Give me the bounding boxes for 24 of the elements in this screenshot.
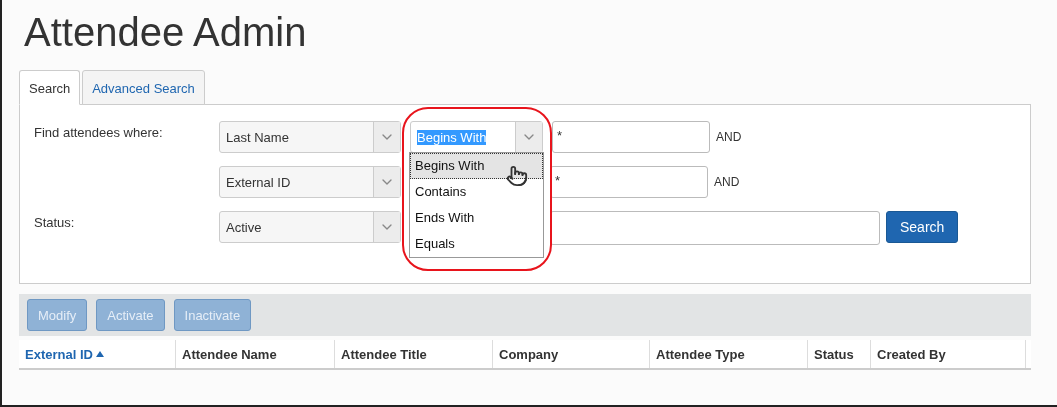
status-select[interactable]: Active xyxy=(219,211,401,243)
sort-up-icon xyxy=(95,351,104,357)
column-header[interactable]: Status xyxy=(808,340,871,368)
value-field[interactable] xyxy=(550,211,880,245)
column-header[interactable]: Attendee Title xyxy=(335,340,493,368)
dropdown-option[interactable]: Begins With xyxy=(410,153,543,179)
search-button[interactable]: Search xyxy=(886,211,959,243)
tab[interactable]: Search xyxy=(19,70,81,105)
page-title: Attendee Admin xyxy=(24,9,308,56)
conjunction-label: AND xyxy=(716,129,742,144)
column-header[interactable]: Attendee Type xyxy=(650,340,808,368)
value-field[interactable]: * xyxy=(552,121,710,153)
field-select[interactable]: Last Name xyxy=(219,121,401,153)
hand-cursor-icon xyxy=(506,165,528,187)
conjunction-label: AND xyxy=(714,174,740,189)
value-field[interactable]: * xyxy=(550,166,708,198)
field-label: Status: xyxy=(34,214,76,230)
field-select[interactable]: External ID xyxy=(219,166,401,198)
tab[interactable]: Advanced Search xyxy=(82,70,205,105)
column-header[interactable]: Attendee Name xyxy=(176,340,335,368)
field-label: Find attendees where: xyxy=(34,124,164,140)
column-header[interactable]: Created By xyxy=(871,340,1026,368)
column-header[interactable]: External ID xyxy=(19,340,176,368)
column-header[interactable]: Company xyxy=(493,340,650,368)
